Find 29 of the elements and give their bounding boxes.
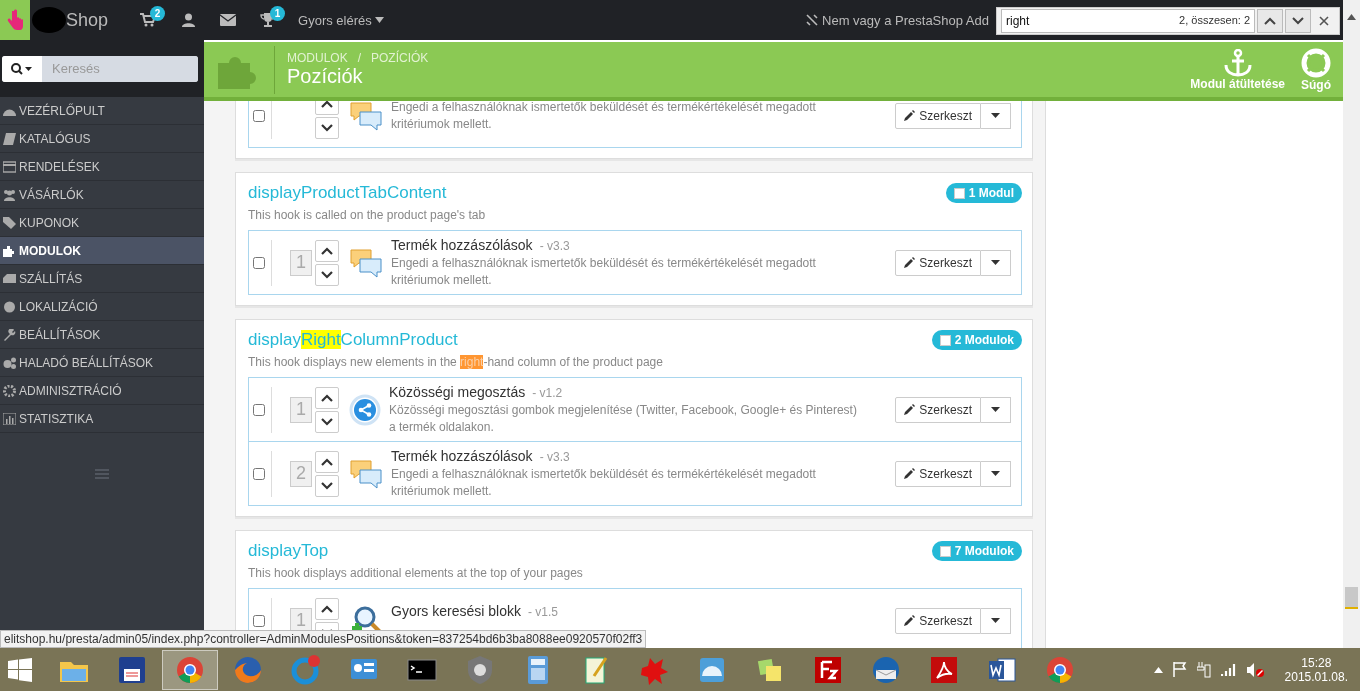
module-description: Engedi a felhasználóknak ismertetők beküldését és termékértékelését megadott kritériumok mellett.: [391, 254, 817, 289]
breadcrumb-separator: /: [357, 51, 362, 65]
module-name: Termék hozzászólások: [391, 236, 533, 253]
module-count-badge: 1 Modul: [945, 183, 1022, 203]
module-description: Közösségi megosztási gombok megjelenítése (Twitter, Facebook, Google+ és Pinterest) a termék oldalakon.: [389, 401, 858, 436]
match-count: 2, összesen: 2: [1179, 14, 1250, 26]
module-count-badge: 2 Modulok: [931, 330, 1022, 350]
count-badge: 2: [150, 6, 166, 21]
status-url-tooltip: elitshop.hu/presta/admin05/index.php?controller=AdminModulesPositions&token=837254bd6b3ba8088ee0920570f02ff3: [0, 630, 647, 648]
position-number: 1: [290, 396, 312, 423]
module-name: Termék hozzászólások: [391, 447, 533, 464]
module-version: - v1.5: [527, 605, 558, 619]
hook-title: displayProductTabContent: [248, 183, 447, 203]
module-version: - v3.3: [539, 238, 570, 253]
hook-description: This hook displays additional elements at the top of your pages: [248, 566, 584, 580]
hook-description: This hook is called on the product page's tab: [248, 208, 487, 222]
module-count-badge: 7 Modulok: [931, 541, 1022, 561]
module-version: - v3.3: [539, 449, 570, 464]
shop-name: Shop: [66, 9, 109, 31]
page-title: Pozíciók: [287, 65, 364, 88]
position-number: 2: [290, 460, 312, 487]
module-description: Engedi a felhasználóknak ismertetők beküldését és termékértékelését megadott kritériumok mellett.: [391, 465, 817, 500]
module-description: Engedi a felhasználóknak ismertetők beküldését és termékértékelését megadott kritériumok mellett.: [391, 101, 817, 133]
module-name: Közösségi megosztás: [389, 383, 526, 400]
position-number: 1: [290, 249, 312, 276]
module-version: - v1.2: [532, 385, 563, 400]
hook-title: displayTop: [248, 541, 329, 561]
module-name: Gyors keresési blokk: [391, 603, 521, 619]
count-badge: 1: [270, 6, 286, 21]
